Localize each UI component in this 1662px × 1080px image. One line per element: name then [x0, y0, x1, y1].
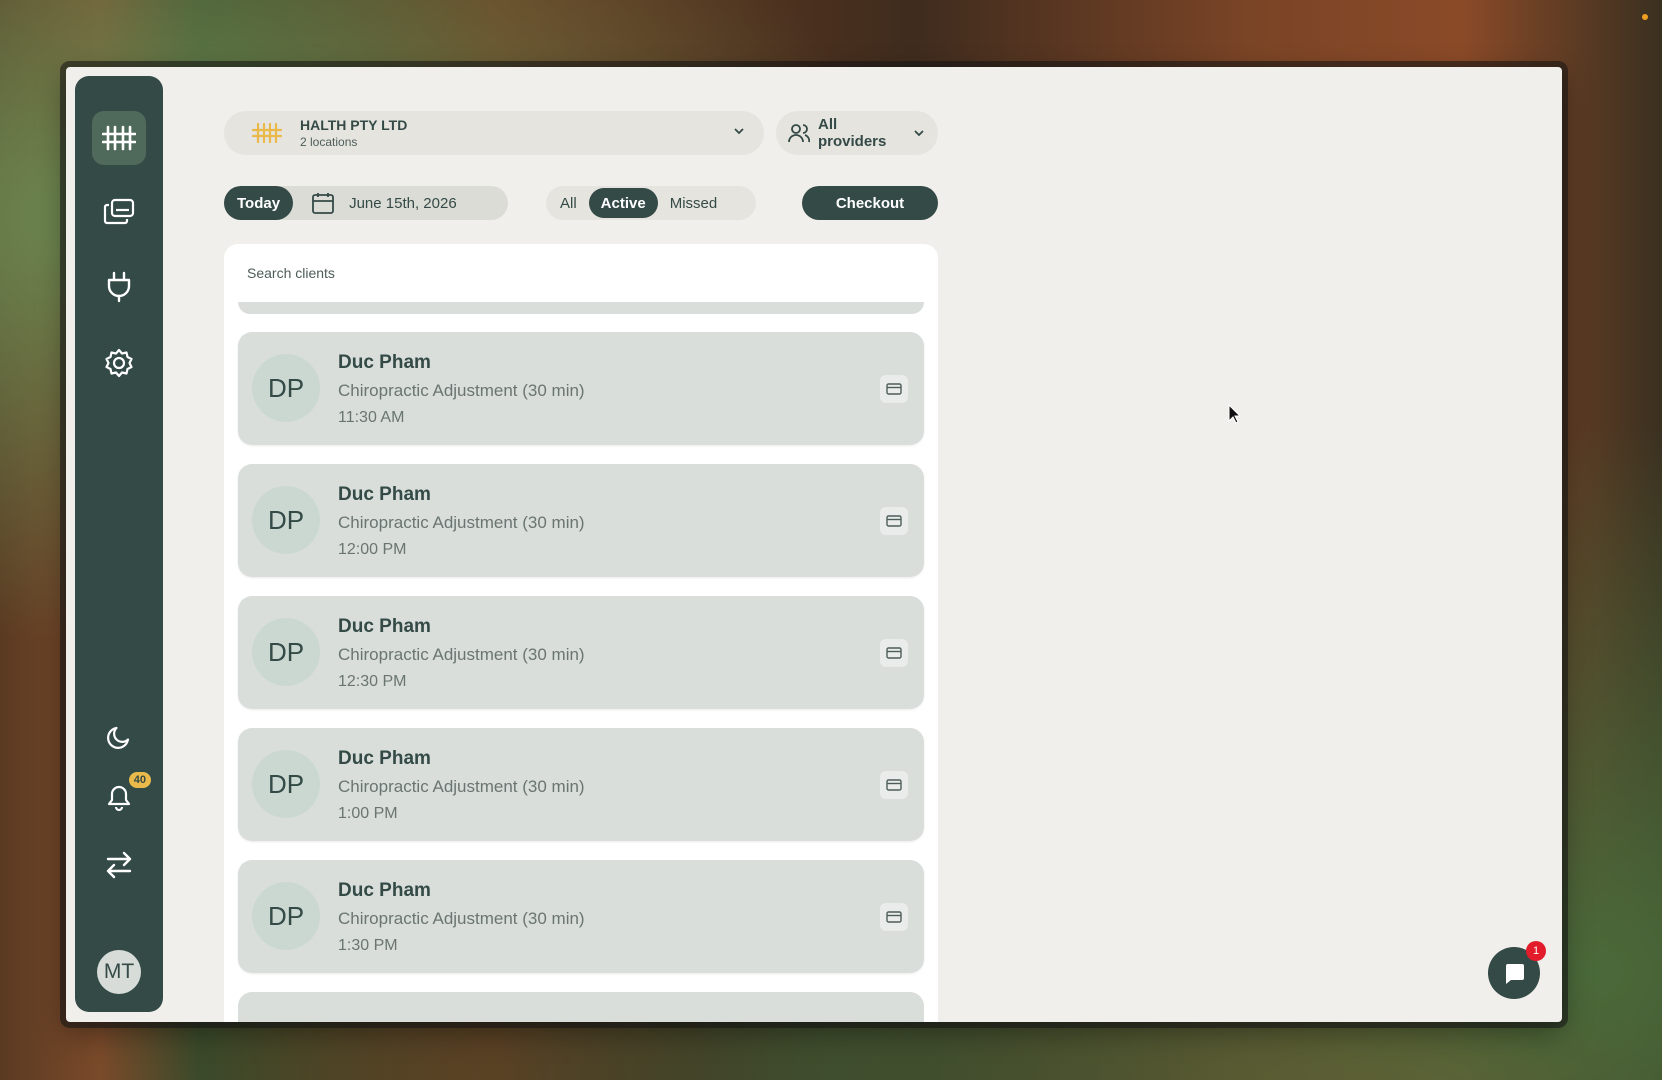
- appointment-card[interactable]: DP Duc Pham Chiropractic Adjustment (30 …: [238, 464, 924, 577]
- appointment-service: Chiropractic Adjustment (30 min): [338, 381, 585, 400]
- chevron-down-icon: [912, 126, 926, 140]
- appointment-time: 11:30 AM: [338, 409, 405, 426]
- app-window: 40 MT HALTH PTY LTD 2 locations All prov…: [66, 67, 1562, 1022]
- notification-badge: 40: [128, 772, 151, 788]
- client-name: Duc Pham: [338, 616, 431, 637]
- appointment-service: Chiropractic Adjustment (30 min): [338, 777, 585, 796]
- checkout-button[interactable]: Checkout: [802, 186, 938, 220]
- appointment-time: 1:00 PM: [338, 805, 398, 822]
- search-input[interactable]: [224, 244, 938, 302]
- list-item[interactable]: [238, 302, 924, 314]
- plug-icon[interactable]: [99, 267, 139, 307]
- today-button[interactable]: Today: [224, 186, 294, 220]
- organization-selector[interactable]: HALTH PTY LTD 2 locations: [224, 111, 764, 155]
- mouse-cursor-icon: [1228, 403, 1242, 429]
- appointment-card[interactable]: DP Duc Pham Chiropractic Adjustment (30 …: [238, 332, 924, 445]
- client-avatar: DP: [252, 882, 320, 950]
- chevron-down-icon: [732, 124, 746, 143]
- moon-icon[interactable]: [99, 717, 139, 757]
- provider-label: All providers: [818, 116, 887, 150]
- selected-date[interactable]: June 15th, 2026: [349, 195, 457, 212]
- filter-tab-active[interactable]: Active: [588, 188, 658, 218]
- chat-icon: [1502, 961, 1526, 985]
- appointment-card[interactable]: DP Duc Pham Chiropractic Adjustment (30 …: [238, 596, 924, 709]
- date-selector: Today June 15th, 2026: [224, 186, 508, 220]
- client-list-panel: DP Duc Pham Chiropractic Adjustment (30 …: [224, 244, 938, 1022]
- client-name: Duc Pham: [338, 748, 431, 769]
- calendar-icon[interactable]: [311, 191, 335, 215]
- appointment-time: 12:00 PM: [338, 541, 407, 558]
- provider-selector[interactable]: All providers: [776, 111, 938, 155]
- users-icon: [788, 123, 810, 143]
- bell-icon[interactable]: 40: [99, 772, 151, 818]
- chat-button[interactable]: 1: [1488, 941, 1546, 999]
- appointment-card[interactable]: DP Duc Pham Chiropractic Adjustment (30 …: [238, 728, 924, 841]
- filter-tab-missed[interactable]: Missed: [658, 188, 730, 218]
- appointment-service: Chiropractic Adjustment (30 min): [338, 645, 585, 664]
- organization-name: HALTH PTY LTD: [300, 117, 408, 133]
- appointment-service: Chiropractic Adjustment (30 min): [338, 909, 585, 928]
- filter-tab-all[interactable]: All: [548, 188, 589, 218]
- gear-icon[interactable]: [99, 343, 139, 383]
- appointment-time: 12:30 PM: [338, 673, 407, 690]
- client-avatar: DP: [252, 618, 320, 686]
- logo-icon[interactable]: [92, 111, 146, 165]
- appointment-service: Chiropractic Adjustment (30 min): [338, 513, 585, 532]
- organization-subtitle: 2 locations: [300, 135, 358, 149]
- client-avatar: DP: [252, 486, 320, 554]
- status-filter: All Active Missed: [546, 186, 756, 220]
- sidebar: 40 MT: [75, 76, 163, 1012]
- appointment-card[interactable]: DP Duc Pham Chiropractic Adjustment (30 …: [238, 860, 924, 973]
- credit-card-icon[interactable]: [880, 375, 908, 403]
- credit-card-icon[interactable]: [880, 903, 908, 931]
- client-avatar: DP: [252, 354, 320, 422]
- status-dot: [1642, 14, 1648, 20]
- client-name: Duc Pham: [338, 352, 431, 373]
- user-avatar[interactable]: MT: [97, 950, 141, 994]
- credit-card-icon[interactable]: [880, 771, 908, 799]
- org-logo-icon: [252, 122, 282, 144]
- chat-badge: 1: [1526, 941, 1546, 961]
- list-item[interactable]: [238, 992, 924, 1022]
- credit-card-icon[interactable]: [880, 639, 908, 667]
- client-avatar: DP: [252, 750, 320, 818]
- client-name: Duc Pham: [338, 880, 431, 901]
- switch-icon[interactable]: [99, 845, 139, 885]
- appointments-icon[interactable]: [99, 192, 139, 232]
- credit-card-icon[interactable]: [880, 507, 908, 535]
- client-name: Duc Pham: [338, 484, 431, 505]
- appointment-time: 1:30 PM: [338, 937, 398, 954]
